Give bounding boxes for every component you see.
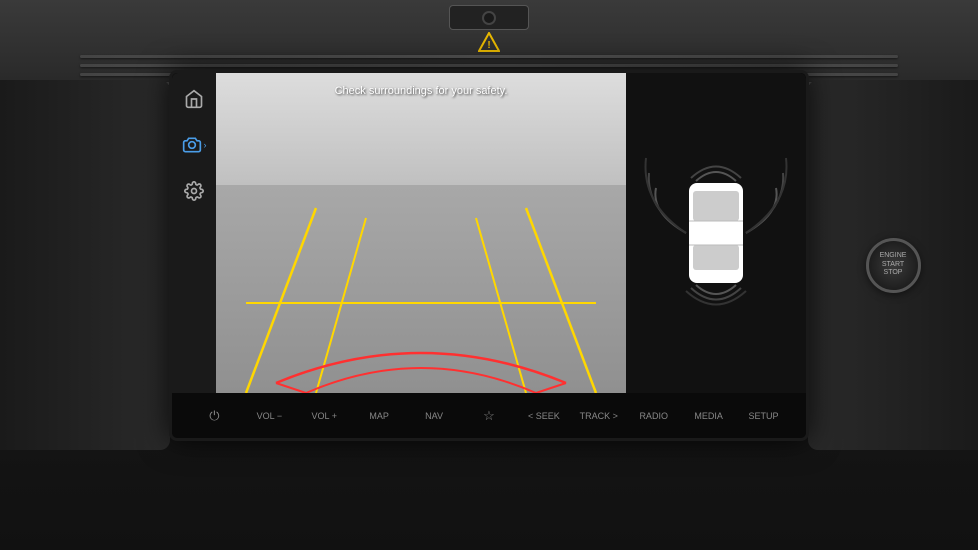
infotainment-screen: › Check surroundings for your safety. bbox=[169, 70, 809, 441]
engine-start-label: ENGINE START STOP bbox=[880, 252, 907, 277]
setup-button[interactable]: SETUP bbox=[744, 411, 784, 421]
safety-text: Check surroundings for your safety. bbox=[335, 85, 508, 97]
track-forward-button[interactable]: TRACK > bbox=[579, 411, 619, 421]
track-fwd-label: TRACK > bbox=[580, 411, 618, 421]
map-label: MAP bbox=[369, 411, 389, 421]
vent-line bbox=[80, 64, 898, 67]
home-icon[interactable] bbox=[180, 85, 208, 113]
setup-label: SETUP bbox=[749, 411, 779, 421]
media-label: MEDIA bbox=[694, 411, 723, 421]
parking-guide-lines bbox=[216, 73, 626, 393]
display-screen: › Check surroundings for your safety. bbox=[172, 73, 806, 393]
radio-label: RADIO bbox=[639, 411, 668, 421]
camera-housing bbox=[449, 5, 529, 30]
warning-triangle-icon: ! bbox=[478, 32, 500, 57]
power-button[interactable]: ⏻ bbox=[194, 408, 234, 424]
nav-button[interactable]: NAV bbox=[414, 411, 454, 421]
engine-start-button[interactable]: ENGINE START STOP bbox=[866, 238, 921, 293]
camera-lens bbox=[482, 11, 496, 25]
favorites-button[interactable]: ☆ bbox=[469, 408, 509, 424]
settings-icon[interactable] bbox=[180, 177, 208, 205]
dash-left-panel bbox=[0, 80, 170, 450]
power-icon: ⏻ bbox=[209, 408, 219, 424]
sensor-arcs bbox=[641, 133, 791, 333]
nav-label: NAV bbox=[425, 411, 443, 421]
bird-eye-panel bbox=[626, 73, 806, 393]
bird-eye-container bbox=[641, 133, 791, 333]
dash-right-panel: ENGINE START STOP bbox=[808, 80, 978, 450]
infotainment-unit: › Check surroundings for your safety. bbox=[169, 80, 809, 441]
map-button[interactable]: MAP bbox=[359, 411, 399, 421]
vol-minus-label: VOL − bbox=[257, 411, 282, 421]
dashboard: ! ENGINE START STOP bbox=[0, 0, 978, 550]
star-icon: ☆ bbox=[483, 408, 495, 424]
vol-minus-button[interactable]: VOL − bbox=[249, 411, 289, 421]
button-bar: ⏻ VOL − VOL + MAP NAV ☆ < SEEK bbox=[172, 393, 806, 438]
svg-text:!: ! bbox=[487, 40, 490, 51]
seek-back-button[interactable]: < SEEK bbox=[524, 411, 564, 421]
vol-plus-label: VOL + bbox=[312, 411, 337, 421]
media-button[interactable]: MEDIA bbox=[689, 411, 729, 421]
vol-plus-button[interactable]: VOL + bbox=[304, 411, 344, 421]
camera-feed: Check surroundings for your safety. bbox=[216, 73, 626, 393]
seek-back-label: < SEEK bbox=[528, 411, 560, 421]
screen-sidebar: › bbox=[172, 73, 216, 393]
radio-button[interactable]: RADIO bbox=[634, 411, 674, 421]
camera-icon[interactable]: › bbox=[180, 131, 208, 159]
